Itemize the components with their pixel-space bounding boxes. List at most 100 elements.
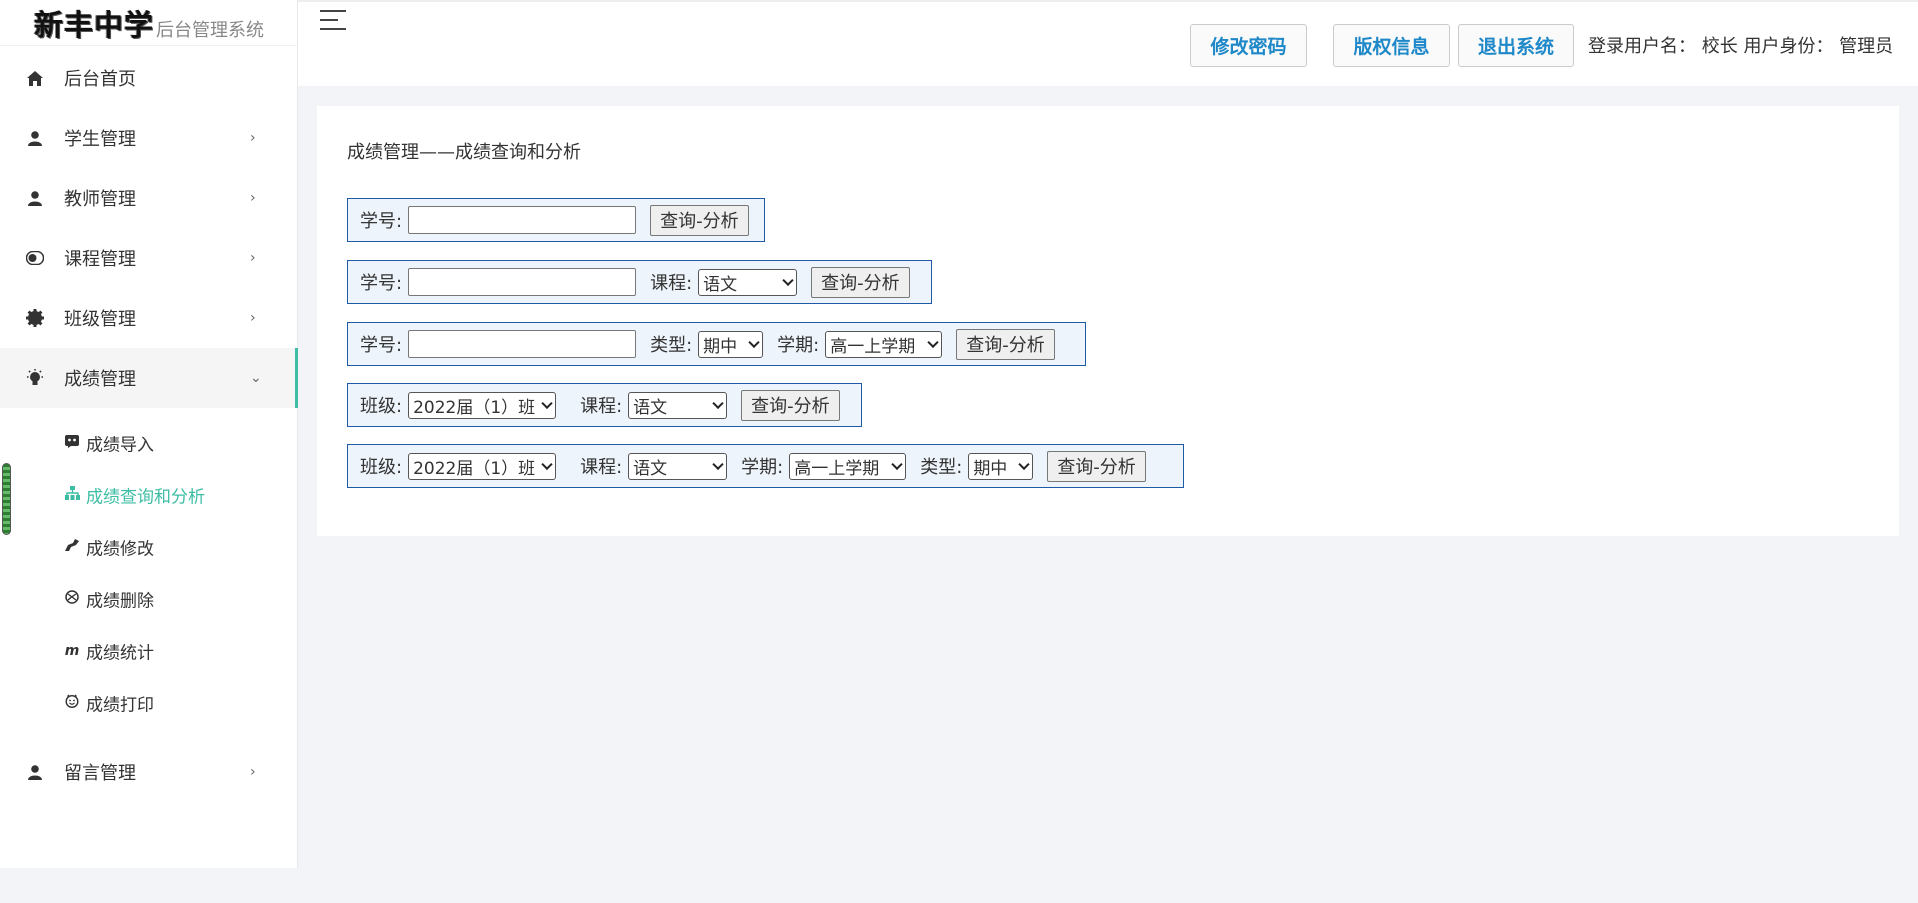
class-select[interactable]: 2022届（1）班 bbox=[408, 452, 557, 480]
chevron-down-icon bbox=[541, 458, 553, 471]
logout-button[interactable]: 退出系统 bbox=[1458, 24, 1574, 67]
course-select[interactable]: 语文 bbox=[698, 268, 798, 296]
chevron-down-icon: ⌄ bbox=[250, 370, 262, 386]
person-icon bbox=[26, 763, 44, 781]
query-analyze-button[interactable]: 查询-分析 bbox=[741, 389, 840, 421]
sub-item-label: 成绩打印 bbox=[86, 695, 154, 716]
query-row-by-class-course-term-type: 班级: 2022届（1）班 课程: 语文 学期: 高一上学期 类型: 期中 查询… bbox=[347, 444, 1184, 488]
sub-item-delete[interactable]: 成绩删除 bbox=[0, 574, 298, 624]
bulb-icon bbox=[26, 369, 44, 387]
school-name: 新丰中学 bbox=[34, 8, 155, 42]
type-label: 类型: bbox=[920, 457, 963, 478]
query-row-by-student: 学号: 查询-分析 bbox=[347, 198, 765, 242]
import-icon bbox=[64, 434, 80, 452]
type-select-value: 期中 bbox=[973, 458, 1008, 479]
query-analyze-button[interactable]: 查询-分析 bbox=[650, 204, 749, 236]
logo: 新丰中学 后台管理系统 bbox=[0, 0, 298, 46]
stats-icon: m bbox=[64, 643, 80, 659]
type-select[interactable]: 期中 bbox=[968, 452, 1034, 480]
term-select[interactable]: 高一上学期 bbox=[789, 452, 907, 480]
chevron-down-icon bbox=[927, 336, 939, 349]
chevron-right-icon: › bbox=[250, 250, 256, 266]
student-id-label: 学号: bbox=[360, 211, 403, 232]
sidebar-item-label: 后台首页 bbox=[64, 69, 136, 90]
sub-item-print[interactable]: 成绩打印 bbox=[0, 678, 298, 728]
chevron-right-icon: › bbox=[250, 310, 256, 326]
sidebar-item-classes[interactable]: 班级管理 › bbox=[0, 288, 298, 348]
query-analyze-button[interactable]: 查询-分析 bbox=[811, 266, 910, 298]
sidebar-footer bbox=[0, 868, 298, 903]
term-select[interactable]: 高一上学期 bbox=[825, 330, 943, 358]
type-select[interactable]: 期中 bbox=[698, 330, 764, 358]
term-select-value: 高一上学期 bbox=[830, 336, 916, 357]
sidebar-item-label: 班级管理 bbox=[64, 309, 136, 330]
student-id-label: 学号: bbox=[360, 335, 403, 356]
query-row-by-class-course: 班级: 2022届（1）班 课程: 语文 查询-分析 bbox=[347, 383, 862, 427]
sub-item-import[interactable]: 成绩导入 bbox=[0, 418, 298, 468]
login-info: 登录用户名： 校长 用户身份： 管理员 bbox=[1588, 36, 1894, 57]
sitemap-icon bbox=[64, 486, 80, 504]
chevron-right-icon: › bbox=[250, 190, 256, 206]
sub-item-query-analysis[interactable]: 成绩查询和分析 bbox=[0, 470, 298, 520]
term-select-value: 高一上学期 bbox=[794, 458, 880, 479]
person-icon bbox=[26, 129, 44, 147]
sidebar-item-label: 留言管理 bbox=[64, 763, 136, 784]
course-select[interactable]: 语文 bbox=[628, 391, 728, 419]
type-select-value: 期中 bbox=[703, 336, 738, 357]
change-password-button[interactable]: 修改密码 bbox=[1190, 24, 1307, 67]
home-icon bbox=[26, 69, 44, 87]
sub-item-label: 成绩删除 bbox=[86, 591, 154, 612]
sub-item-label: 成绩导入 bbox=[86, 435, 154, 456]
person-icon bbox=[26, 189, 44, 207]
sidebar-item-students[interactable]: 学生管理 › bbox=[0, 108, 298, 168]
copyright-button[interactable]: 版权信息 bbox=[1333, 24, 1450, 67]
main-panel: 成绩管理——成绩查询和分析 学号: 查询-分析 学号: 课程: 语文 查询-分析… bbox=[317, 106, 1899, 536]
query-row-by-student-type-term: 学号: 类型: 期中 学期: 高一上学期 查询-分析 bbox=[347, 322, 1086, 366]
term-label: 学期: bbox=[777, 335, 820, 356]
query-analyze-button[interactable]: 查询-分析 bbox=[1047, 450, 1146, 482]
sidebar-item-courses[interactable]: 课程管理 › bbox=[0, 228, 298, 288]
query-row-by-student-course: 学号: 课程: 语文 查询-分析 bbox=[347, 260, 932, 304]
class-select-value: 2022届（1）班 bbox=[413, 397, 536, 418]
course-label: 课程: bbox=[580, 396, 623, 417]
class-select-value: 2022届（1）班 bbox=[413, 458, 536, 479]
term-label: 学期: bbox=[741, 457, 784, 478]
class-label: 班级: bbox=[360, 457, 403, 478]
course-select-value: 语文 bbox=[633, 397, 668, 418]
print-icon bbox=[64, 694, 80, 712]
sub-item-label: 成绩修改 bbox=[86, 539, 154, 560]
course-select-value: 语文 bbox=[703, 274, 738, 295]
sidebar-scrollbar[interactable] bbox=[2, 463, 11, 535]
sub-item-label: 成绩统计 bbox=[86, 643, 154, 664]
sub-item-edit[interactable]: 成绩修改 bbox=[0, 522, 298, 572]
menu-toggle-icon[interactable] bbox=[320, 10, 346, 30]
student-id-label: 学号: bbox=[360, 273, 403, 294]
sidebar-item-scores[interactable]: 成绩管理 ⌄ bbox=[0, 348, 298, 408]
student-id-input[interactable] bbox=[408, 268, 637, 296]
student-id-input[interactable] bbox=[408, 206, 637, 234]
system-name: 后台管理系统 bbox=[156, 20, 264, 41]
page-title: 成绩管理——成绩查询和分析 bbox=[347, 142, 581, 163]
class-select[interactable]: 2022届（1）班 bbox=[408, 391, 557, 419]
chevron-right-icon: › bbox=[250, 764, 256, 780]
sidebar-item-label: 成绩管理 bbox=[64, 369, 136, 390]
sidebar-item-home[interactable]: 后台首页 bbox=[0, 48, 298, 108]
chevron-down-icon bbox=[748, 336, 760, 349]
student-id-input[interactable] bbox=[408, 330, 637, 358]
edit-icon bbox=[64, 539, 80, 555]
sub-item-stats[interactable]: m 成绩统计 bbox=[0, 626, 298, 676]
course-select-value: 语文 bbox=[633, 458, 668, 479]
sidebar-item-label: 学生管理 bbox=[64, 129, 136, 150]
type-label: 类型: bbox=[650, 335, 693, 356]
sidebar-item-label: 教师管理 bbox=[64, 189, 136, 210]
chevron-down-icon bbox=[541, 397, 553, 410]
chevron-right-icon: › bbox=[250, 130, 256, 146]
top-header: 修改密码 版权信息 退出系统 登录用户名： 校长 用户身份： 管理员 bbox=[298, 0, 1918, 86]
sidebar-item-teachers[interactable]: 教师管理 › bbox=[0, 168, 298, 228]
query-analyze-button[interactable]: 查询-分析 bbox=[956, 328, 1055, 360]
delete-icon bbox=[64, 590, 80, 608]
chevron-down-icon bbox=[712, 397, 724, 410]
sub-item-label: 成绩查询和分析 bbox=[86, 487, 205, 508]
course-select[interactable]: 语文 bbox=[628, 452, 728, 480]
sidebar-item-messages[interactable]: 留言管理 › bbox=[0, 742, 298, 802]
